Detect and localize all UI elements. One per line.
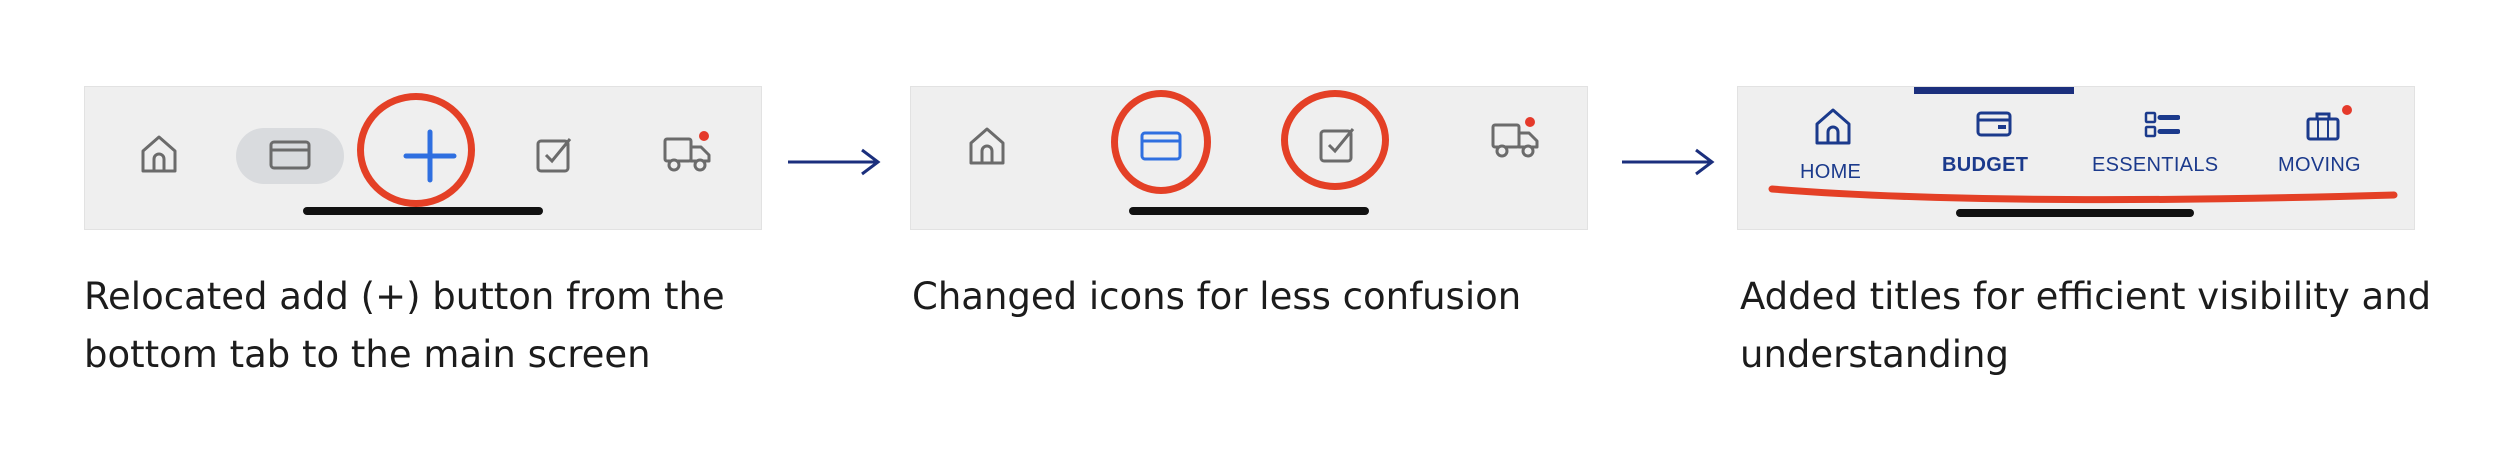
briefcase-icon	[2306, 111, 2340, 141]
home-icon	[1813, 107, 1853, 147]
tab-bar-with-titles: HOME BUDGET ESSENTIALS MOVING	[1737, 86, 2415, 230]
notification-dot	[699, 131, 709, 141]
tab-bar-before	[84, 86, 762, 230]
home-indicator	[1956, 209, 2194, 217]
step-2-caption: Changed icons for less confusion	[912, 275, 1522, 318]
step-1-caption: Relocated add (+) button from the bottom…	[84, 275, 725, 376]
tab-budget-label: BUDGET	[1942, 154, 2029, 176]
arrow-right-icon	[1622, 148, 1715, 176]
step-3-caption: Added titles for efficient visibility an…	[1740, 275, 2432, 376]
highlight-circle	[1111, 90, 1211, 194]
notification-dot	[2342, 105, 2352, 115]
tab-essentials-label: ESSENTIALS	[2092, 154, 2219, 176]
home-icon[interactable]	[139, 133, 179, 175]
highlight-circle	[357, 93, 475, 207]
tab-moving[interactable]: MOVING	[2268, 105, 2378, 187]
home-indicator	[1129, 207, 1369, 215]
arrow-right-icon	[788, 148, 881, 176]
wallet-icon	[1976, 111, 2012, 139]
card-icon[interactable]	[269, 140, 311, 170]
tab-budget[interactable]: BUDGET	[1938, 107, 2054, 187]
notification-dot	[1525, 117, 1535, 127]
diagram: Relocated add (+) button from the bottom…	[0, 0, 2500, 471]
home-icon[interactable]	[967, 125, 1007, 167]
home-indicator	[303, 207, 543, 215]
highlight-circle	[1281, 90, 1389, 190]
tab-bar-icons-changed	[910, 86, 1588, 230]
tab-moving-label: MOVING	[2278, 154, 2361, 176]
list-icon	[2144, 111, 2180, 139]
truck-icon[interactable]	[1491, 121, 1539, 159]
active-tab-indicator	[1914, 87, 2074, 94]
checkbox-icon[interactable]	[536, 135, 574, 173]
tab-home[interactable]: HOME	[1788, 107, 1878, 187]
highlight-underline	[1768, 185, 2398, 204]
tab-essentials[interactable]: ESSENTIALS	[2086, 107, 2236, 187]
